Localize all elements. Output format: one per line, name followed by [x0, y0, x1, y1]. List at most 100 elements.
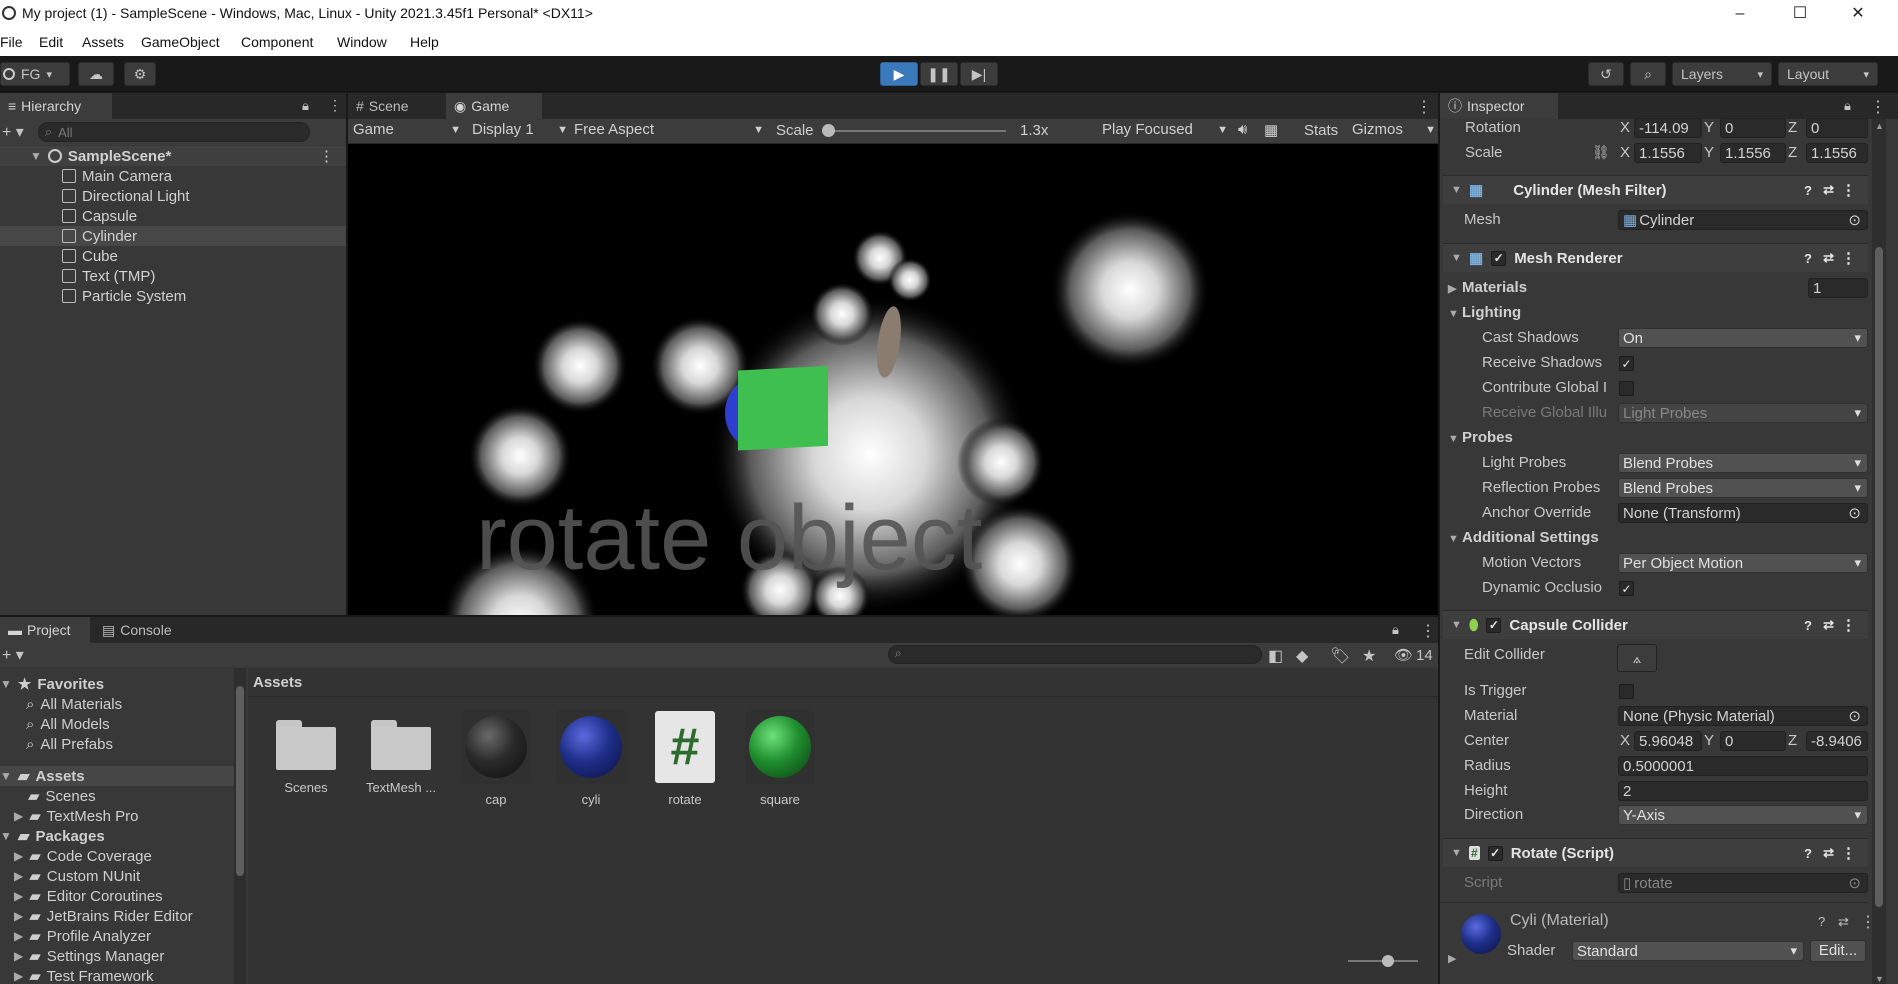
center-y-field[interactable]: 0	[1720, 731, 1786, 751]
cloud-button[interactable]: ☁	[78, 62, 114, 86]
preset-icon[interactable]: ⇄	[1823, 250, 1834, 266]
light-probes-dropdown[interactable]: Blend Probes	[1618, 453, 1868, 473]
mesh-renderer-enabled-checkbox[interactable]: ✓	[1491, 250, 1507, 266]
filter-by-type-icon[interactable]: ◆	[1296, 646, 1308, 666]
lock-icon[interactable]: 🔒︎	[1392, 622, 1399, 638]
component-menu-icon[interactable]: ⋮	[1841, 181, 1856, 199]
help-icon[interactable]: ?	[1804, 183, 1812, 198]
capsule-collider-header[interactable]: ▼ ⬮ ✓ Capsule Collider ? ⇄ ⋮	[1443, 610, 1868, 639]
create-plus-button[interactable]: + ▾	[2, 645, 24, 665]
radius-field[interactable]: 0.5000001	[1618, 756, 1868, 776]
panel-menu-icon[interactable]: ⋮	[1870, 97, 1886, 117]
component-menu-icon[interactable]: ⋮	[1841, 249, 1856, 267]
asset-material-cyli[interactable]: cyli	[551, 710, 631, 807]
shader-dropdown[interactable]: Standard	[1572, 941, 1804, 961]
capsule-collider-enabled-checkbox[interactable]: ✓	[1486, 617, 1502, 633]
inspector-scrollbar[interactable]: ▲ ▼	[1872, 119, 1886, 984]
direction-dropdown[interactable]: Y-Axis	[1618, 805, 1868, 825]
game-mode-dropdown[interactable]: Game ▼	[353, 121, 461, 138]
folder-scenes[interactable]: ▰ Scenes	[28, 786, 96, 806]
probes-foldout[interactable]: ▼ Probes	[1448, 429, 1513, 446]
tab-project[interactable]: ▬ Project	[0, 617, 90, 643]
object-picker-icon[interactable]: ⊙	[1848, 211, 1861, 229]
favorite-all-materials[interactable]: ⌕ All Materials	[26, 694, 122, 714]
filter-by-label-icon[interactable]: 🏷︎	[1330, 646, 1350, 666]
assets-root[interactable]: ▼ ▰ Assets	[0, 766, 234, 786]
settings-gear-button[interactable]: ⚙	[124, 62, 156, 86]
minimize-button[interactable]: –	[1720, 2, 1760, 26]
preset-icon[interactable]: ⇄	[1838, 914, 1849, 930]
hierarchy-item-particle-system[interactable]: Particle System	[62, 286, 186, 306]
asset-folder-scenes[interactable]: Scenes	[266, 710, 346, 795]
object-picker-icon[interactable]: ⊙	[1848, 504, 1861, 522]
mesh-field[interactable]: ▦ Cylinder ⊙	[1618, 210, 1868, 230]
constrain-proportions-icon[interactable]: ⛓	[1592, 144, 1610, 161]
materials-count-field[interactable]: 1	[1808, 278, 1868, 298]
scale-z-field[interactable]: 1.1556	[1806, 143, 1868, 163]
anchor-override-field[interactable]: None (Transform) ⊙	[1618, 503, 1868, 523]
lock-icon[interactable]: 🔒︎	[1844, 98, 1851, 114]
menu-edit[interactable]: Edit	[39, 34, 63, 50]
motion-vectors-dropdown[interactable]: Per Object Motion	[1618, 553, 1868, 573]
collider-material-field[interactable]: None (Physic Material) ⊙	[1618, 706, 1868, 726]
search-by-type-icon[interactable]: ◧	[1268, 646, 1283, 666]
menu-component[interactable]: Component	[241, 34, 313, 50]
maximize-button[interactable]: ☐	[1780, 2, 1820, 26]
hierarchy-item-capsule[interactable]: Capsule	[62, 206, 137, 226]
step-button[interactable]: ▶|	[960, 62, 998, 86]
create-plus-button[interactable]: + ▾	[2, 122, 24, 142]
rotate-script-header[interactable]: ▼ # ✓ Rotate (Script) ? ⇄ ⋮	[1443, 838, 1868, 867]
close-button[interactable]: ✕	[1838, 2, 1878, 26]
menu-gameobject[interactable]: GameObject	[141, 34, 220, 50]
help-icon[interactable]: ?	[1804, 846, 1812, 861]
asset-script-rotate[interactable]: # rotate	[645, 710, 725, 807]
object-picker-icon[interactable]: ⊙	[1848, 707, 1861, 725]
receive-shadows-checkbox[interactable]: ✓	[1619, 356, 1634, 371]
preset-icon[interactable]: ⇄	[1823, 617, 1834, 633]
preset-icon[interactable]: ⇄	[1823, 182, 1834, 198]
aspect-dropdown[interactable]: Free Aspect ▼	[574, 121, 764, 138]
search-button[interactable]: ⌕	[1630, 62, 1666, 86]
panel-menu-icon[interactable]: ⋮	[328, 97, 342, 114]
lock-icon[interactable]: 🔒︎	[302, 98, 309, 114]
scene-row[interactable]: ▼ SampleScene* ⋮	[0, 146, 346, 166]
asset-folder-textmesh[interactable]: TextMesh ...	[361, 710, 441, 795]
account-button[interactable]: FG ▾	[0, 62, 70, 86]
help-icon[interactable]: ?	[1804, 251, 1812, 266]
tab-console[interactable]: ▤ Console	[94, 617, 194, 643]
center-x-field[interactable]: 5.96048	[1634, 731, 1702, 751]
scene-menu-icon[interactable]: ⋮	[319, 147, 334, 165]
menu-assets[interactable]: Assets	[82, 34, 124, 50]
materials-foldout[interactable]: ▶ Materials	[1448, 279, 1527, 296]
tab-game[interactable]: ◉ Game	[446, 93, 542, 119]
rotation-y-field[interactable]: 0	[1720, 118, 1786, 138]
package-item[interactable]: ▶ ▰ Editor Coroutines	[14, 886, 163, 906]
stats-button[interactable]: Stats	[1304, 122, 1338, 139]
hidden-packages-count[interactable]: 👁︎ 14	[1394, 646, 1433, 665]
favorites-header[interactable]: ▼ ★ Favorites	[0, 674, 104, 694]
preset-icon[interactable]: ⇄	[1823, 845, 1834, 861]
help-icon[interactable]: ?	[1818, 914, 1825, 929]
dynamic-occlusion-checkbox[interactable]: ✓	[1619, 581, 1634, 596]
hierarchy-item-cube[interactable]: Cube	[62, 246, 118, 266]
is-trigger-checkbox[interactable]	[1619, 684, 1634, 699]
rotate-script-enabled-checkbox[interactable]: ✓	[1487, 845, 1503, 861]
rotation-z-field[interactable]: 0	[1806, 118, 1868, 138]
play-mode-dropdown[interactable]: Play Focused ▼	[1102, 121, 1228, 138]
component-menu-icon[interactable]: ⋮	[1841, 616, 1856, 634]
pause-button[interactable]: ❚❚	[920, 62, 958, 86]
hierarchy-search-input[interactable]: ⌕ All	[37, 122, 310, 142]
contribute-gi-checkbox[interactable]	[1619, 381, 1634, 396]
display-dropdown[interactable]: Display 1 ▼	[472, 121, 568, 138]
layers-dropdown[interactable]: Layers ▾	[1672, 62, 1772, 86]
rotation-x-field[interactable]: -114.09	[1634, 118, 1702, 138]
edit-collider-button[interactable]: ⟑	[1617, 644, 1657, 672]
hierarchy-item-text-tmp[interactable]: Text (TMP)	[62, 266, 155, 286]
menu-window[interactable]: Window	[337, 34, 387, 50]
tab-scene[interactable]: # Scene	[348, 93, 444, 119]
package-item[interactable]: ▶ ▰ JetBrains Rider Editor	[14, 906, 193, 926]
package-item[interactable]: ▶ ▰ Settings Manager	[14, 946, 164, 966]
menu-help[interactable]: Help	[410, 34, 439, 50]
zoom-slider-handle[interactable]	[1382, 955, 1394, 967]
zoom-slider[interactable]	[1348, 955, 1418, 967]
